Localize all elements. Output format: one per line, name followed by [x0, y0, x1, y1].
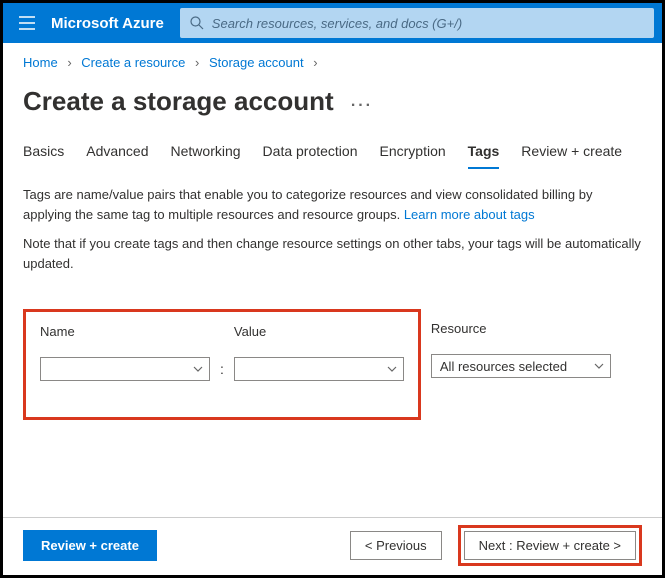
tab-tags[interactable]: Tags: [468, 137, 500, 169]
search-box[interactable]: [180, 8, 654, 38]
breadcrumb-storage-account[interactable]: Storage account: [209, 55, 304, 70]
tab-encryption[interactable]: Encryption: [380, 137, 446, 169]
chevron-down-icon: [594, 363, 604, 369]
breadcrumb-home[interactable]: Home: [23, 55, 58, 70]
chevron-right-icon: ›: [67, 55, 71, 70]
tab-body: Tags are name/value pairs that enable yo…: [3, 169, 662, 299]
footer-bar: Review + create < Previous Next : Review…: [3, 525, 662, 566]
tab-advanced[interactable]: Advanced: [86, 137, 148, 169]
breadcrumb: Home › Create a resource › Storage accou…: [3, 43, 662, 78]
tab-networking[interactable]: Networking: [171, 137, 241, 169]
brand-label: Microsoft Azure: [51, 15, 180, 32]
footer-divider: [3, 517, 662, 518]
tags-note: Note that if you create tags and then ch…: [23, 234, 642, 273]
resource-column-label: Resource: [431, 321, 611, 336]
tab-strip: Basics Advanced Networking Data protecti…: [3, 137, 662, 169]
more-actions-icon[interactable]: ···: [351, 97, 373, 114]
search-input[interactable]: [212, 16, 644, 31]
previous-button[interactable]: < Previous: [350, 531, 442, 560]
chevron-down-icon: [193, 366, 203, 372]
tag-form-row: Name : Value Resource All resources sele…: [3, 299, 662, 420]
highlight-next-button: Next : Review + create >: [458, 525, 642, 566]
hamburger-menu-icon[interactable]: [3, 3, 51, 43]
search-icon: [190, 16, 204, 30]
name-column-label: Name: [40, 324, 210, 339]
colon-separator: :: [220, 361, 224, 381]
top-bar: Microsoft Azure: [3, 3, 662, 43]
chevron-right-icon: ›: [313, 55, 317, 70]
resource-combo[interactable]: All resources selected: [431, 354, 611, 378]
value-column-label: Value: [234, 324, 404, 339]
breadcrumb-create-resource[interactable]: Create a resource: [81, 55, 185, 70]
page-title-row: Create a storage account ···: [3, 78, 662, 137]
chevron-down-icon: [387, 366, 397, 372]
tag-value-combo[interactable]: [234, 357, 404, 381]
tab-data-protection[interactable]: Data protection: [263, 137, 358, 169]
resource-selected: All resources selected: [432, 359, 594, 374]
page-title: Create a storage account: [23, 86, 334, 116]
next-button[interactable]: Next : Review + create >: [464, 531, 636, 560]
tag-name-combo[interactable]: [40, 357, 210, 381]
tab-basics[interactable]: Basics: [23, 137, 64, 169]
tab-review-create[interactable]: Review + create: [521, 137, 622, 169]
highlight-name-value: Name : Value: [23, 309, 421, 420]
learn-more-link[interactable]: Learn more about tags: [404, 207, 535, 222]
review-create-button[interactable]: Review + create: [23, 530, 157, 561]
chevron-right-icon: ›: [195, 55, 199, 70]
